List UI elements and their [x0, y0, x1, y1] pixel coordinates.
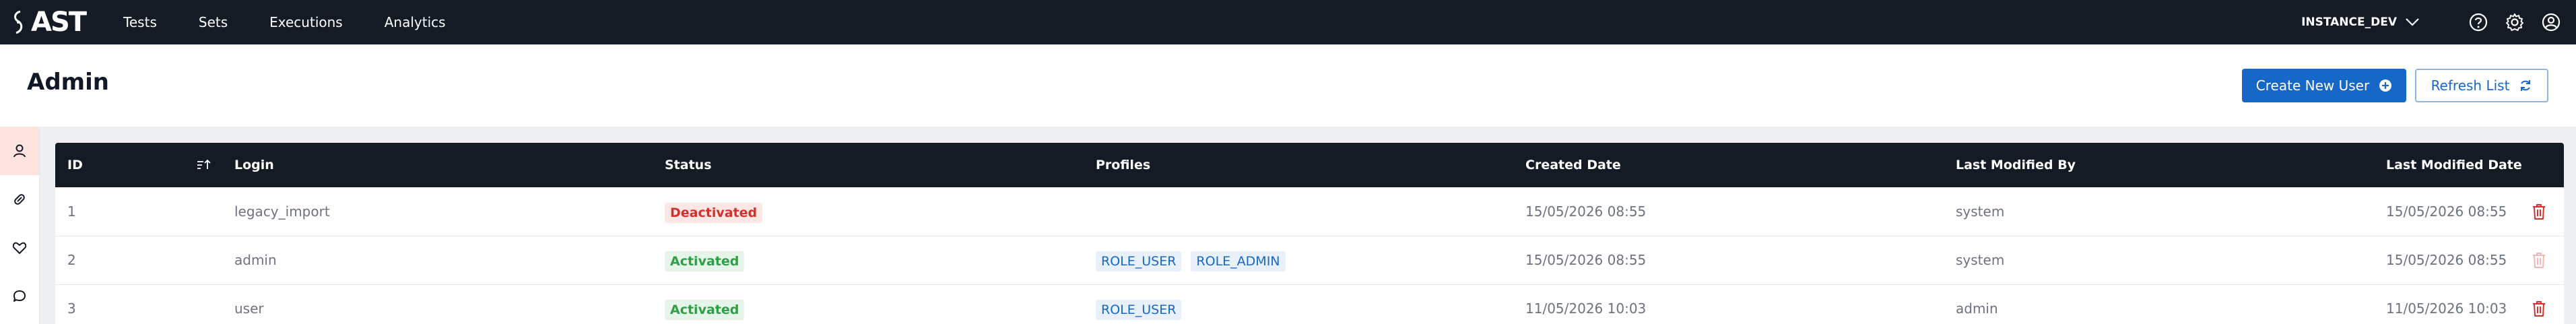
- user-circle-icon[interactable]: [2541, 12, 2561, 32]
- column-header-login[interactable]: Login: [234, 143, 274, 187]
- cell-id: 2: [67, 252, 76, 268]
- refresh-list-button[interactable]: Refresh List: [2415, 69, 2548, 102]
- nav-analytics[interactable]: Analytics: [385, 14, 446, 30]
- create-new-user-button[interactable]: Create New User: [2242, 69, 2406, 102]
- cell-created-date: 15/05/2026 08:55: [1525, 203, 1647, 220]
- column-header-status[interactable]: Status: [665, 143, 712, 187]
- chat-icon: [13, 290, 26, 302]
- top-navbar: AST Tests Sets Executions Analytics INST…: [0, 0, 2576, 44]
- cell-status: Activated: [665, 236, 745, 284]
- page-header: Admin Create New User Refresh List: [0, 44, 2576, 127]
- cell-last-modified-by: system: [1956, 252, 2005, 268]
- cell-login: legacy_import: [234, 203, 330, 220]
- page-title: Admin: [27, 69, 109, 96]
- cell-id: 1: [67, 203, 76, 220]
- table-header: ID Login Status Profiles Created Date La…: [55, 143, 2564, 187]
- cell-last-modified-by: system: [1956, 203, 2005, 220]
- users-table: ID Login Status Profiles Created Date La…: [55, 143, 2564, 324]
- brand-logo-icon: [14, 10, 23, 34]
- instance-selector[interactable]: INSTANCE_DEV: [2301, 15, 2420, 29]
- table-row[interactable]: 3 user Activated ROLE_USER 11/05/2026 10…: [55, 284, 2564, 324]
- sort-icon[interactable]: [196, 158, 211, 172]
- cell-id: 3: [67, 300, 76, 317]
- nav-executions[interactable]: Executions: [269, 14, 343, 30]
- cell-profiles: ROLE_USER ROLE_ADMIN: [1096, 236, 1295, 284]
- heart-icon: [12, 242, 27, 254]
- instance-label: INSTANCE_DEV: [2301, 15, 2397, 29]
- trash-icon[interactable]: [2531, 203, 2547, 220]
- cell-last-modified-by: admin: [1956, 300, 1998, 317]
- help-icon[interactable]: [2468, 12, 2488, 32]
- cell-status: Activated: [665, 284, 745, 324]
- table-row[interactable]: 1 legacy_import Deactivated 15/05/2026 0…: [55, 187, 2564, 236]
- brand-name: AST: [31, 7, 87, 38]
- sidebar-item-users[interactable]: [0, 127, 39, 175]
- table-row[interactable]: 2 admin Activated ROLE_USER ROLE_ADMIN 15…: [55, 236, 2564, 285]
- cell-last-modified-date: 15/05/2026 08:55: [2386, 203, 2507, 220]
- trash-icon: [2533, 253, 2545, 268]
- status-badge: Activated: [665, 299, 745, 320]
- cell-login: user: [234, 300, 264, 317]
- profile-chip[interactable]: ROLE_USER: [1096, 299, 1182, 320]
- trash-icon[interactable]: [2531, 300, 2547, 317]
- status-badge: Deactivated: [665, 202, 763, 223]
- cell-last-modified-date: 15/05/2026 08:55: [2386, 252, 2507, 268]
- cell-created-date: 11/05/2026 10:03: [1525, 300, 1647, 317]
- gear-icon[interactable]: [2505, 12, 2525, 32]
- main-nav: Tests Sets Executions Analytics: [123, 14, 487, 30]
- pill-icon: [14, 194, 25, 205]
- cell-created-date: 15/05/2026 08:55: [1525, 252, 1647, 268]
- sidebar-item-pill[interactable]: [0, 175, 39, 224]
- chevron-down-icon: [2406, 18, 2419, 26]
- sidebar-item-chat[interactable]: [0, 272, 39, 321]
- cell-last-modified-date: 11/05/2026 10:03: [2386, 300, 2507, 317]
- user-icon: [13, 144, 26, 158]
- create-new-user-label: Create New User: [2255, 77, 2370, 94]
- column-header-last-modified-date[interactable]: Last Modified Date: [2386, 143, 2522, 187]
- cell-status: Deactivated: [665, 187, 763, 236]
- plus-circle-icon: [2379, 79, 2392, 92]
- nav-sets[interactable]: Sets: [199, 14, 228, 30]
- column-header-id[interactable]: ID: [67, 143, 83, 187]
- brand-logo[interactable]: AST: [11, 7, 87, 38]
- refresh-icon: [2519, 79, 2532, 92]
- profile-chip[interactable]: ROLE_ADMIN: [1191, 251, 1286, 271]
- nav-right-controls: INSTANCE_DEV: [2301, 0, 2561, 44]
- refresh-list-label: Refresh List: [2431, 77, 2510, 94]
- cell-login: admin: [234, 252, 277, 268]
- nav-tests[interactable]: Tests: [123, 14, 157, 30]
- cell-profiles: ROLE_USER: [1096, 284, 1191, 324]
- status-badge: Activated: [665, 251, 745, 271]
- admin-sidebar: [0, 127, 40, 324]
- column-header-created-date[interactable]: Created Date: [1525, 143, 1621, 187]
- sidebar-item-heart[interactable]: [0, 224, 39, 272]
- profile-chip[interactable]: ROLE_USER: [1096, 251, 1182, 271]
- column-header-last-modified-by[interactable]: Last Modified By: [1956, 143, 2076, 187]
- column-header-profiles[interactable]: Profiles: [1096, 143, 1150, 187]
